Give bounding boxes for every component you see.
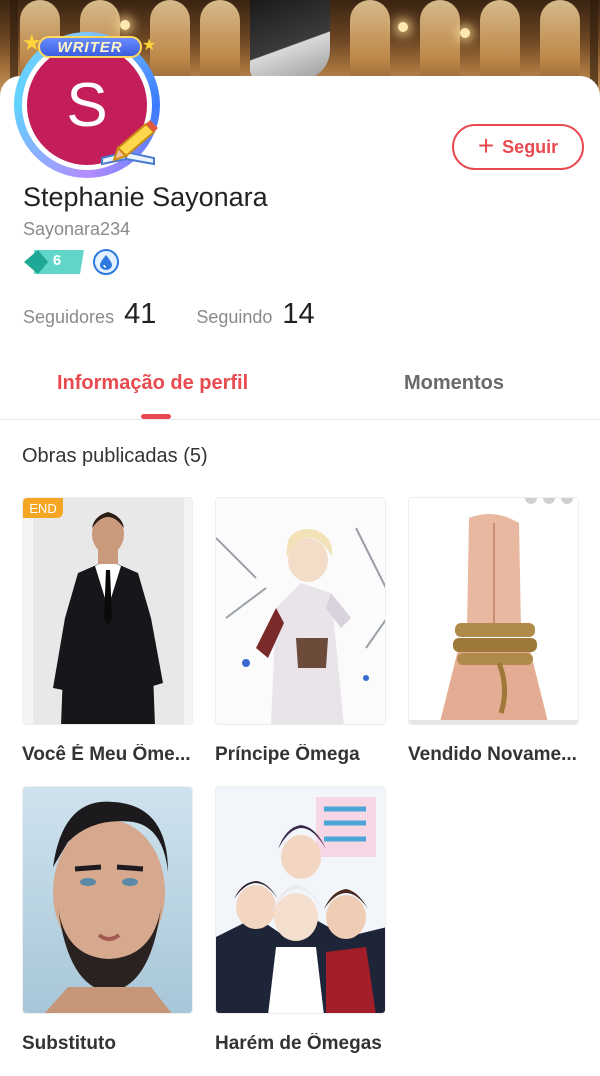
banner-lamp: [398, 22, 408, 32]
followers-count: 41: [124, 298, 157, 330]
following-stat[interactable]: Seguindo 14: [196, 298, 314, 331]
book-title: Harém de Ômegas: [215, 1033, 382, 1054]
star-icon: ★: [142, 37, 157, 54]
tab-moments[interactable]: Momentos: [404, 372, 504, 395]
profile-username: Sayonara234: [23, 219, 131, 239]
book-cover: [408, 497, 579, 725]
book-card[interactable]: Harém de Ômegas: [215, 786, 386, 1055]
profile-card: S WRITER ★ ★ + Seguir Stephanie Sayonara…: [0, 32, 600, 1076]
anime-prince-cover: [216, 498, 385, 724]
banner-figure: [250, 0, 330, 80]
book-card[interactable]: END Você É Meu Ôme...: [22, 497, 193, 766]
follow-button-label: Seguir: [502, 136, 559, 157]
profile-tabs: Informação de perfil Momentos: [0, 368, 600, 420]
following-count: 14: [282, 298, 315, 330]
book-card[interactable]: Substituto: [22, 786, 193, 1055]
book-title: Príncipe Ômega: [215, 744, 360, 765]
level-number: 6: [52, 252, 62, 269]
following-label: Seguindo: [196, 307, 273, 327]
bearded-man-cover: [23, 787, 192, 1013]
man-in-suit-cover: [23, 498, 192, 724]
profile-name: Stephanie Sayonara: [23, 182, 268, 212]
profile-stats: Seguidores 41 Seguindo 14: [23, 298, 315, 331]
book-title: Você É Meu Ôme...: [22, 744, 191, 765]
book-cover: [22, 786, 193, 1014]
drop-icon[interactable]: [93, 249, 119, 275]
star-icon: ★: [22, 30, 42, 55]
book-cover: [215, 497, 386, 725]
banner-lamp: [460, 28, 470, 38]
avatar[interactable]: S WRITER ★ ★: [4, 16, 174, 178]
end-badge: END: [23, 498, 63, 518]
plus-icon: +: [477, 129, 495, 161]
writer-badge: WRITER: [38, 36, 142, 58]
book-title: Vendido Novame...: [408, 744, 577, 765]
active-tab-indicator: [141, 414, 171, 419]
pen-book-icon: [101, 120, 158, 166]
followers-stat[interactable]: Seguidores 41: [23, 298, 156, 331]
tied-hands-cover: [409, 498, 578, 724]
anime-group-cover: [216, 787, 385, 1013]
tab-profile-info[interactable]: Informação de perfil: [57, 372, 248, 395]
followers-label: Seguidores: [23, 307, 115, 327]
published-works-heading: Obras publicadas (5): [22, 445, 208, 467]
book-title: Substituto: [22, 1033, 116, 1054]
follow-button[interactable]: + Seguir: [452, 124, 584, 170]
book-card[interactable]: Vendido Novame...: [408, 497, 579, 766]
book-card[interactable]: Príncipe Ômega: [215, 497, 386, 766]
book-cover: END: [22, 497, 193, 725]
book-cover: [215, 786, 386, 1014]
